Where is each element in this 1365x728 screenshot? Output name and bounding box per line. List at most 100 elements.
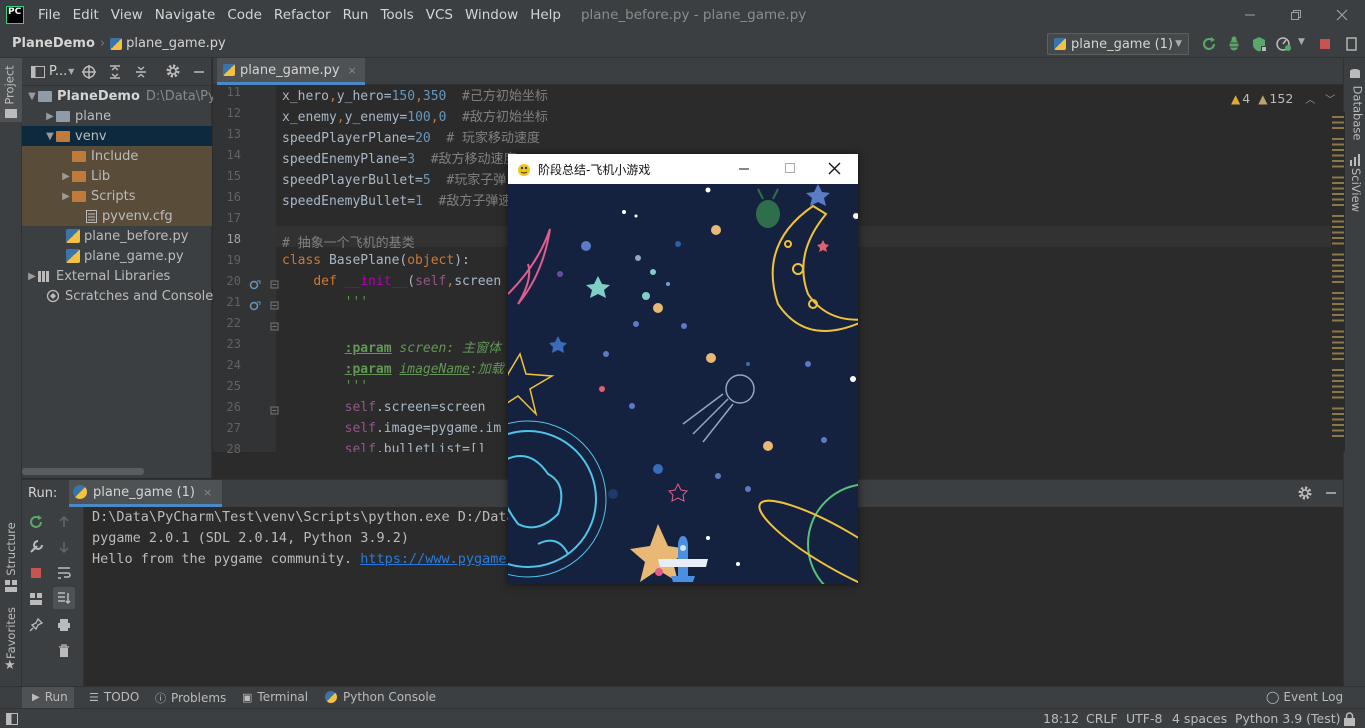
warning-stripe-mark[interactable]: [1332, 336, 1344, 338]
warning-stripe-mark[interactable]: [1332, 149, 1344, 151]
file-encoding[interactable]: UTF-8: [1126, 711, 1162, 726]
tree-item-planedemo[interactable]: ▼ PlaneDemo D:\Data\PyCh: [22, 86, 233, 106]
menu-window[interactable]: Window: [459, 7, 524, 23]
chevron-down-icon[interactable]: ﹀: [1325, 91, 1335, 106]
warning-stripe-mark[interactable]: [1332, 121, 1344, 124]
menu-refactor[interactable]: Refactor: [268, 7, 337, 23]
tool-tab-python-console[interactable]: Python Console: [325, 690, 436, 704]
tree-item-venv[interactable]: ▼ venv: [22, 126, 212, 146]
rerun-icon[interactable]: [28, 514, 44, 530]
stop-icon[interactable]: [28, 565, 44, 581]
caret-position[interactable]: 18:12: [1043, 711, 1079, 726]
warning-stripe-mark[interactable]: [1332, 341, 1344, 344]
structure-tool-label[interactable]: Structure: [4, 522, 18, 576]
warning-stripe-mark[interactable]: [1332, 319, 1344, 322]
hide-panel-icon[interactable]: [1324, 486, 1338, 500]
scroll-up-icon[interactable]: [56, 514, 72, 530]
warning-stripe-mark[interactable]: [1332, 424, 1344, 426]
warning-stripe-mark[interactable]: [1332, 352, 1344, 355]
chevron-down-icon[interactable]: ▼: [26, 91, 38, 102]
print-icon[interactable]: [56, 617, 72, 633]
scroll-down-icon[interactable]: [56, 539, 72, 555]
profile-icon[interactable]: [1275, 35, 1293, 53]
tree-item-scratches[interactable]: Scratches and Consoles: [22, 286, 220, 306]
locate-file-icon[interactable]: [82, 65, 96, 79]
warning-stripe-mark[interactable]: [1332, 374, 1344, 377]
warning-stripe-mark[interactable]: [1332, 187, 1344, 190]
search-everywhere-icon[interactable]: [1343, 35, 1361, 53]
soft-wrap-icon[interactable]: [56, 565, 72, 581]
warning-stripe-mark[interactable]: [1332, 160, 1344, 162]
gear-icon[interactable]: [166, 64, 180, 78]
warning-stripe-mark[interactable]: [1332, 275, 1344, 278]
console-link[interactable]: https://www.pygame.: [360, 551, 514, 567]
warning-stripe-mark[interactable]: [1332, 226, 1344, 228]
warning-stripe-mark[interactable]: [1332, 259, 1344, 261]
tree-item-plane[interactable]: ▶ plane: [22, 106, 212, 126]
warning-stripe-mark[interactable]: [1332, 116, 1344, 118]
warning-stripe-mark[interactable]: [1332, 215, 1344, 217]
warning-stripe-mark[interactable]: [1332, 176, 1344, 179]
game-window[interactable]: 阶段总结-飞机小游戏: [508, 154, 858, 584]
menu-code[interactable]: Code: [221, 7, 268, 23]
menu-edit[interactable]: Edit: [67, 7, 105, 23]
warning-stripe-mark[interactable]: [1332, 303, 1344, 305]
menu-run[interactable]: Run: [337, 7, 375, 23]
chevron-down-icon[interactable]: ▼: [68, 67, 74, 76]
warning-stripe-mark[interactable]: [1332, 127, 1344, 129]
maximize-icon[interactable]: [784, 162, 796, 174]
breadcrumb-file[interactable]: plane_game.py: [126, 36, 226, 51]
warning-stripe-mark[interactable]: [1332, 385, 1344, 388]
warning-stripe-mark[interactable]: [1332, 429, 1344, 432]
tree-item-external-libraries[interactable]: ▶ External Libraries: [22, 266, 212, 286]
warning-stripe-mark[interactable]: [1332, 193, 1344, 195]
warning-stripe-mark[interactable]: [1332, 253, 1344, 256]
interpreter[interactable]: Python 3.9 (Test): [1235, 711, 1341, 726]
warning-stripe-mark[interactable]: [1332, 204, 1344, 206]
warning-stripe-mark[interactable]: [1332, 413, 1344, 415]
gear-icon[interactable]: [1298, 486, 1312, 500]
debug-icon[interactable]: [1225, 35, 1243, 53]
warning-stripe-mark[interactable]: [1332, 292, 1344, 294]
tool-tab-problems[interactable]: ⓘ Problems: [155, 690, 226, 706]
chevron-down-icon[interactable]: ▼: [44, 131, 56, 142]
warning-stripe-mark[interactable]: [1332, 308, 1344, 311]
menu-tools[interactable]: Tools: [374, 7, 419, 23]
project-view-select[interactable]: P...: [49, 64, 67, 79]
chevron-up-icon[interactable]: ︿: [1305, 91, 1315, 106]
game-canvas[interactable]: [508, 184, 858, 584]
tree-item-plane-before[interactable]: plane_before.py: [22, 226, 212, 246]
menu-vcs[interactable]: VCS: [420, 7, 459, 23]
warning-stripe-mark[interactable]: [1332, 330, 1344, 333]
warning-stripe-mark[interactable]: [1332, 391, 1344, 393]
minimize-icon[interactable]: [738, 164, 750, 174]
hide-panel-icon[interactable]: [192, 65, 206, 79]
error-stripe[interactable]: [1331, 112, 1345, 452]
trash-icon[interactable]: [56, 643, 72, 659]
warning-stripe-mark[interactable]: [1332, 407, 1344, 410]
close-icon[interactable]: [828, 162, 841, 175]
close-tab-icon[interactable]: ×: [348, 64, 357, 77]
horizontal-scrollbar[interactable]: [22, 468, 144, 475]
warning-stripe-mark[interactable]: [1332, 435, 1344, 437]
warning-stripe-mark[interactable]: [1332, 358, 1344, 360]
tree-item-plane-game[interactable]: plane_game.py: [22, 246, 212, 266]
chevron-right-icon[interactable]: ▶: [26, 271, 38, 282]
warning-stripe-mark[interactable]: [1332, 314, 1344, 316]
warning-stripe-mark[interactable]: [1332, 242, 1344, 245]
game-window-titlebar[interactable]: 阶段总结-飞机小游戏: [508, 154, 858, 184]
coverage-icon[interactable]: [1250, 35, 1268, 53]
line-separator[interactable]: CRLF: [1086, 711, 1118, 726]
warning-stripe-mark[interactable]: [1332, 418, 1344, 421]
restore-button[interactable]: [1273, 0, 1319, 30]
menu-file[interactable]: File: [32, 7, 67, 23]
toggle-tool-windows-icon[interactable]: [6, 713, 18, 725]
rerun-icon[interactable]: [1200, 35, 1218, 53]
warning-stripe-mark[interactable]: [1332, 138, 1344, 140]
close-tab-icon[interactable]: ×: [203, 486, 212, 499]
tool-tab-todo[interactable]: ☰ TODO: [89, 690, 139, 704]
more-actions-chevron-icon[interactable]: ▼: [1298, 37, 1305, 47]
warning-stripe-mark[interactable]: [1332, 347, 1344, 349]
run-configuration-select[interactable]: plane_game (1) ▼: [1047, 33, 1189, 55]
warning-stripe-mark[interactable]: [1332, 220, 1344, 223]
